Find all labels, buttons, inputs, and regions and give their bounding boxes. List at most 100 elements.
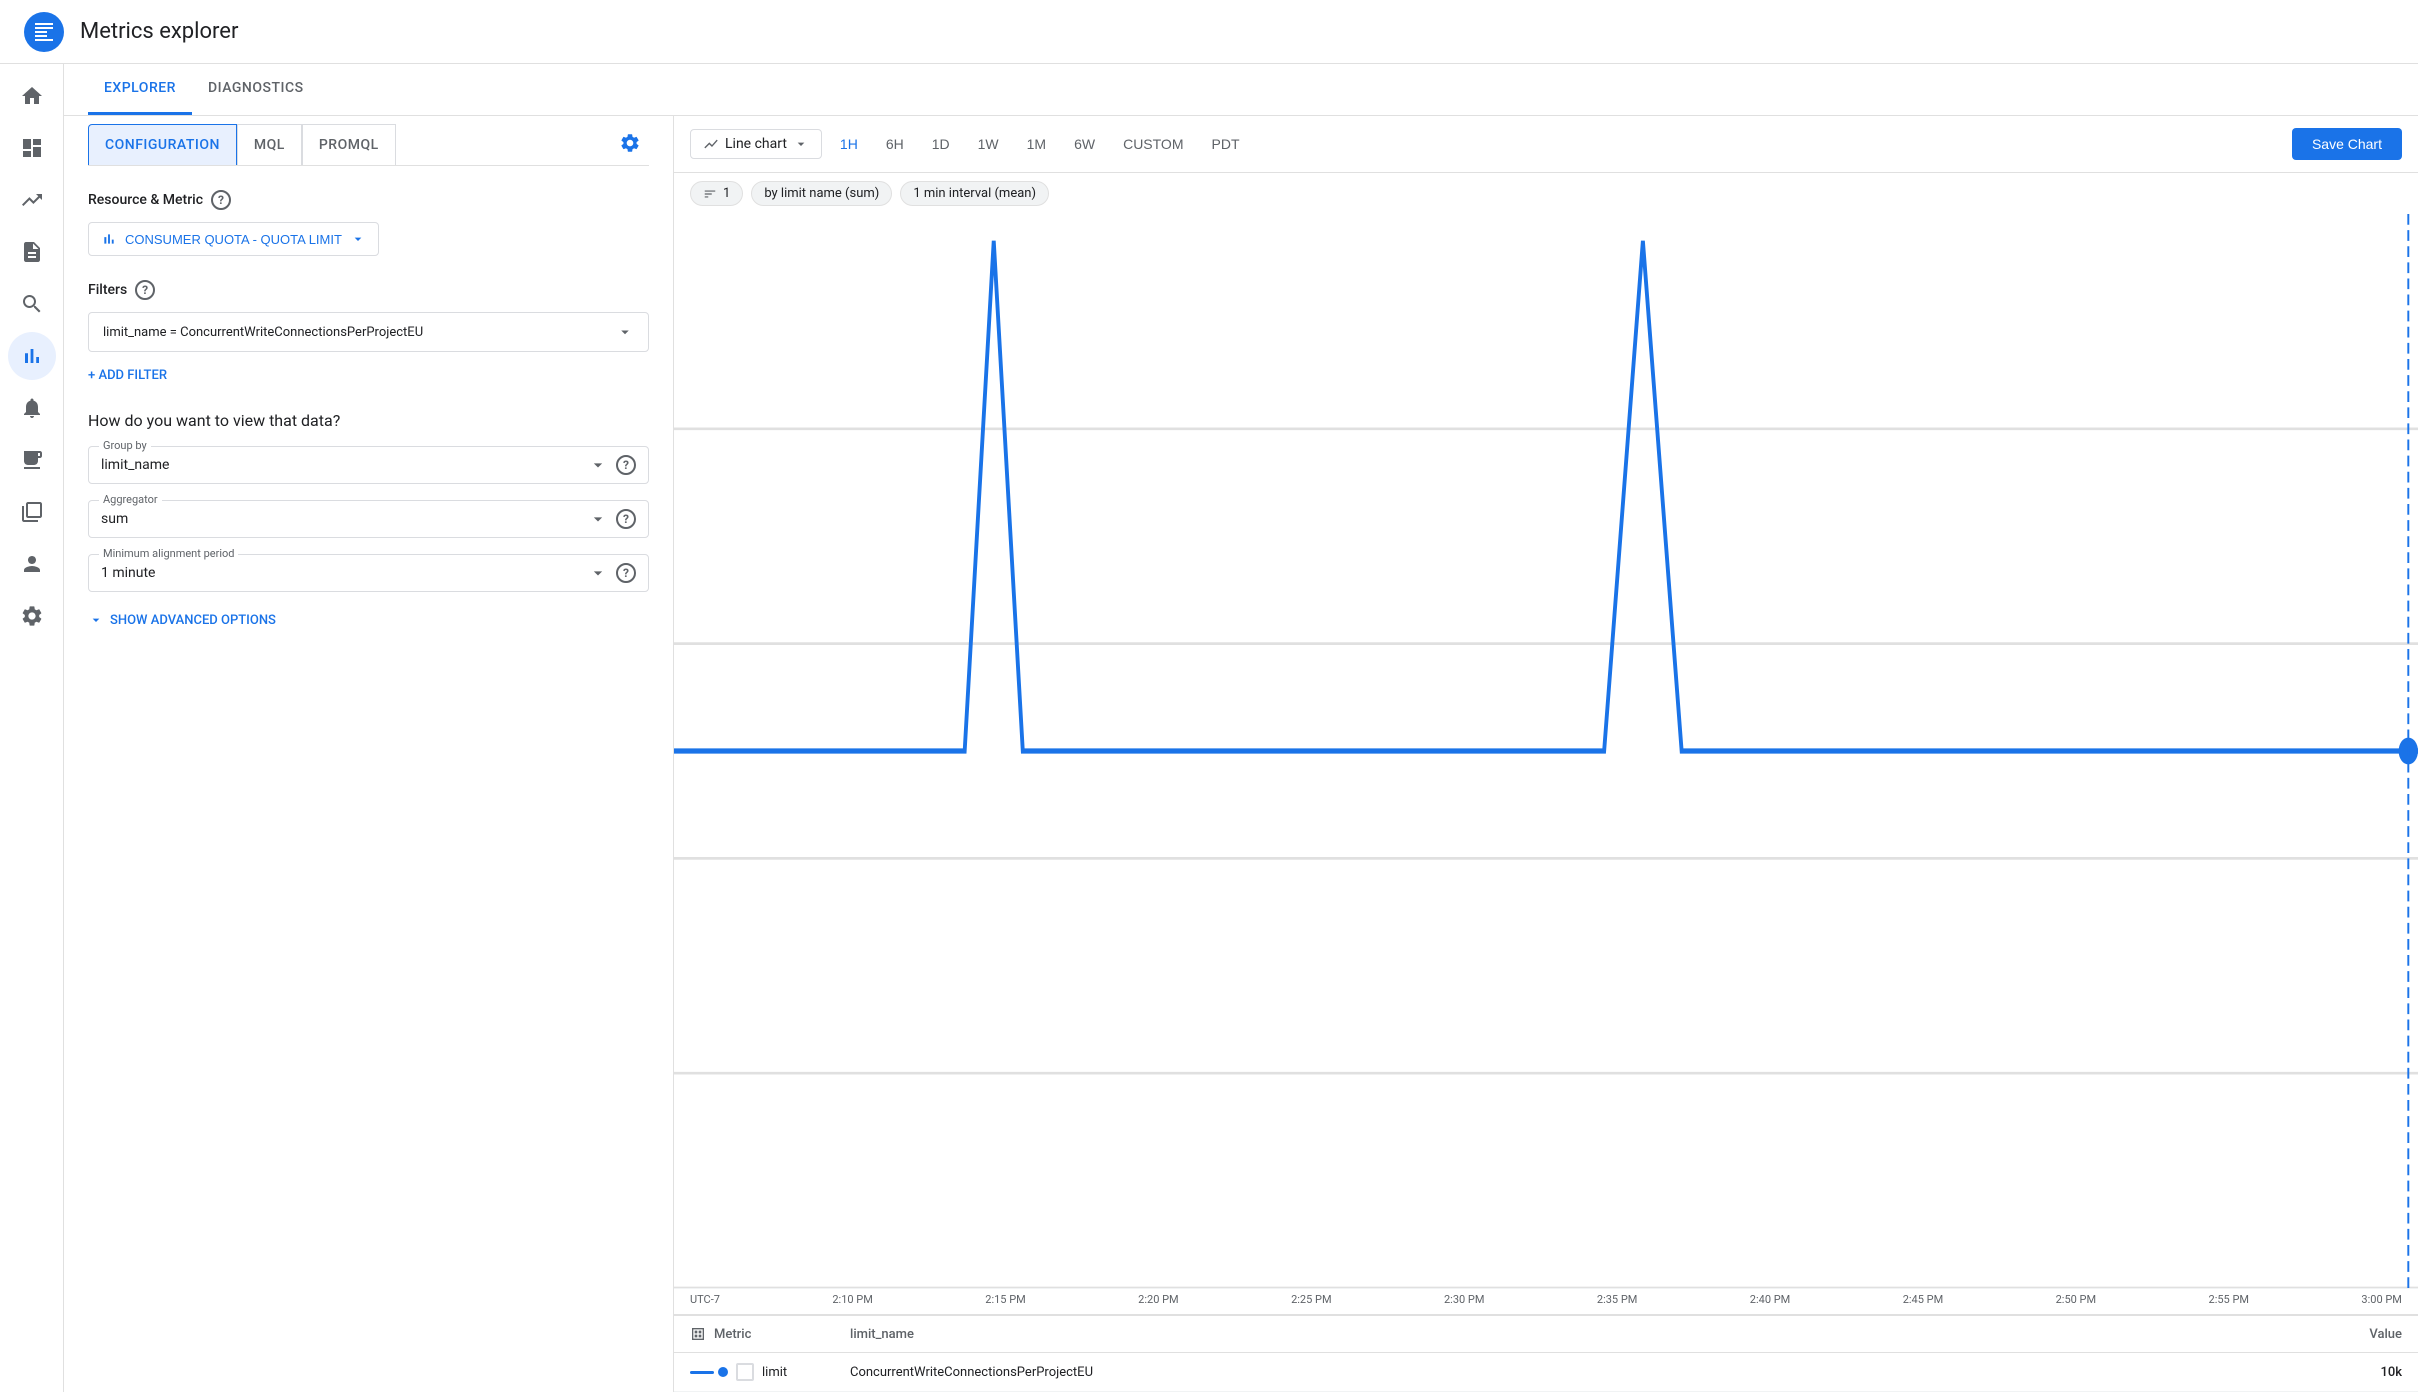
chart-toolbar: Line chart 1H 6H 1D 1W 1M 6W CUSTOM PDT … [674, 116, 2418, 173]
nav-item-metrics[interactable] [8, 176, 56, 224]
group-by-help[interactable]: ? [616, 455, 636, 475]
settings-gear-icon[interactable] [619, 132, 641, 158]
view-question: How do you want to view that data? [88, 411, 649, 430]
show-advanced-label: SHOW ADVANCED OPTIONS [110, 613, 276, 628]
time-btn-1m[interactable]: 1M [1017, 130, 1056, 158]
axis-label-2: 2:15 PM [985, 1293, 1025, 1306]
nav-item-person[interactable] [8, 540, 56, 588]
active-filter[interactable]: limit_name = ConcurrentWriteConnectionsP… [88, 312, 649, 352]
time-btn-6w[interactable]: 6W [1064, 130, 1105, 158]
data-table: Metric limit_name Value limit [674, 1314, 2418, 1392]
metric-label: limit [762, 1365, 787, 1380]
legend-chip-group[interactable]: by limit name (sum) [751, 181, 892, 206]
table-cell-limit-name: ConcurrentWriteConnectionsPerProjectEU [850, 1365, 2322, 1380]
nav-item-search[interactable] [8, 280, 56, 328]
time-btn-pdt[interactable]: PDT [1202, 130, 1250, 158]
time-btn-1h[interactable]: 1H [830, 130, 868, 158]
resource-metric-label: Resource & Metric ? [88, 190, 649, 210]
resource-metric-section: Resource & Metric ? CONSUMER QUOTA - QUO… [88, 190, 649, 256]
page-title: Metrics explorer [80, 19, 238, 44]
axis-label-10: 2:55 PM [2209, 1293, 2249, 1306]
group-by-label: Group by [99, 439, 151, 452]
filters-section: Filters ? limit_name = ConcurrentWriteCo… [88, 280, 649, 387]
chart-type-button[interactable]: Line chart [690, 129, 822, 159]
tab-diagnostics[interactable]: DIAGNOSTICS [192, 64, 320, 115]
group-by-chevron[interactable] [588, 455, 608, 475]
aggregator-value: sum [101, 511, 580, 527]
legend-chip-interval-label: 1 min interval (mean) [913, 186, 1036, 201]
axis-label-0: UTC-7 [690, 1293, 720, 1306]
save-chart-button[interactable]: Save Chart [2292, 128, 2402, 160]
legend-chip-group-label: by limit name (sum) [764, 186, 879, 201]
time-btn-custom[interactable]: CUSTOM [1113, 130, 1193, 158]
chart-legend: 1 by limit name (sum) 1 min interval (me… [674, 173, 2418, 214]
time-btn-1w[interactable]: 1W [968, 130, 1009, 158]
sub-tab-mql[interactable]: MQL [237, 124, 302, 165]
aggregator-help[interactable]: ? [616, 509, 636, 529]
metric-line-indicator [690, 1371, 714, 1374]
alignment-value: 1 minute [101, 565, 580, 581]
metric-checkbox[interactable] [736, 1363, 754, 1381]
axis-label-8: 2:45 PM [1903, 1293, 1943, 1306]
alignment-chevron[interactable] [588, 563, 608, 583]
nav-item-settings[interactable] [8, 592, 56, 640]
aggregator-chevron[interactable] [588, 509, 608, 529]
legend-chip-interval[interactable]: 1 min interval (mean) [900, 181, 1049, 206]
axis-label-11: 3:00 PM [2361, 1293, 2401, 1306]
table-grid-icon [690, 1326, 706, 1342]
tabs-bar: EXPLORER DIAGNOSTICS [64, 64, 2418, 116]
nav-item-monitor[interactable] [8, 436, 56, 484]
alignment-help[interactable]: ? [616, 563, 636, 583]
sub-tabs: CONFIGURATION MQL PROMQL [88, 116, 649, 166]
chart-axis: UTC-7 2:10 PM 2:15 PM 2:20 PM 2:25 PM 2:… [674, 1288, 2418, 1314]
sub-tab-configuration[interactable]: CONFIGURATION [88, 124, 237, 165]
nav-item-chart[interactable] [8, 332, 56, 380]
nav-item-home[interactable] [8, 72, 56, 120]
right-panel: Line chart 1H 6H 1D 1W 1M 6W CUSTOM PDT … [674, 116, 2418, 1392]
legend-chip-filter-label: 1 [723, 186, 730, 201]
nav-item-dashboard[interactable] [8, 124, 56, 172]
show-advanced-button[interactable]: SHOW ADVANCED OPTIONS [88, 608, 649, 632]
split-pane: CONFIGURATION MQL PROMQL Resource & Metr… [64, 116, 2418, 1392]
chart-type-label: Line chart [725, 136, 787, 152]
legend-chip-filter[interactable]: 1 [690, 181, 743, 206]
axis-label-6: 2:35 PM [1597, 1293, 1637, 1306]
app-icon [24, 12, 64, 52]
time-btn-6h[interactable]: 6H [876, 130, 914, 158]
metric-dot-indicator [718, 1367, 728, 1377]
axis-label-4: 2:25 PM [1291, 1293, 1331, 1306]
aggregator-field: Aggregator sum ? [88, 500, 649, 538]
chart-area [674, 214, 2418, 1288]
chart-svg [674, 214, 2418, 1288]
table-row: limit ConcurrentWriteConnectionsPerProje… [674, 1353, 2418, 1392]
axis-label-1: 2:10 PM [832, 1293, 872, 1306]
top-bar: Metrics explorer [0, 0, 2418, 64]
nav-item-groups[interactable] [8, 488, 56, 536]
filters-help-icon[interactable]: ? [135, 280, 155, 300]
aggregator-label: Aggregator [99, 493, 162, 506]
resource-metric-button[interactable]: CONSUMER QUOTA - QUOTA LIMIT [88, 222, 379, 256]
alignment-label: Minimum alignment period [99, 547, 238, 560]
group-by-value: limit_name [101, 457, 580, 473]
view-section: How do you want to view that data? Group… [88, 411, 649, 632]
nav-item-alerts[interactable] [8, 384, 56, 432]
alignment-field: Minimum alignment period 1 minute ? [88, 554, 649, 592]
main-layout: EXPLORER DIAGNOSTICS CONFIGURATION MQL P… [0, 64, 2418, 1392]
time-btn-1d[interactable]: 1D [922, 130, 960, 158]
axis-label-7: 2:40 PM [1750, 1293, 1790, 1306]
table-cell-value: 10k [2322, 1365, 2402, 1380]
tab-explorer[interactable]: EXPLORER [88, 64, 192, 115]
axis-label-3: 2:20 PM [1138, 1293, 1178, 1306]
axis-label-5: 2:30 PM [1444, 1293, 1484, 1306]
axis-label-9: 2:50 PM [2056, 1293, 2096, 1306]
add-filter-button[interactable]: + ADD FILTER [88, 364, 167, 387]
nav-item-logs[interactable] [8, 228, 56, 276]
group-by-field: Group by limit_name ? [88, 446, 649, 484]
resource-metric-help-icon[interactable]: ? [211, 190, 231, 210]
left-nav [0, 64, 64, 1392]
sub-tab-promql[interactable]: PROMQL [302, 124, 396, 165]
col-header-limit-name: limit_name [850, 1327, 2322, 1342]
content-area: EXPLORER DIAGNOSTICS CONFIGURATION MQL P… [64, 64, 2418, 1392]
left-panel: CONFIGURATION MQL PROMQL Resource & Metr… [64, 116, 674, 1392]
col-header-value: Value [2322, 1327, 2402, 1342]
